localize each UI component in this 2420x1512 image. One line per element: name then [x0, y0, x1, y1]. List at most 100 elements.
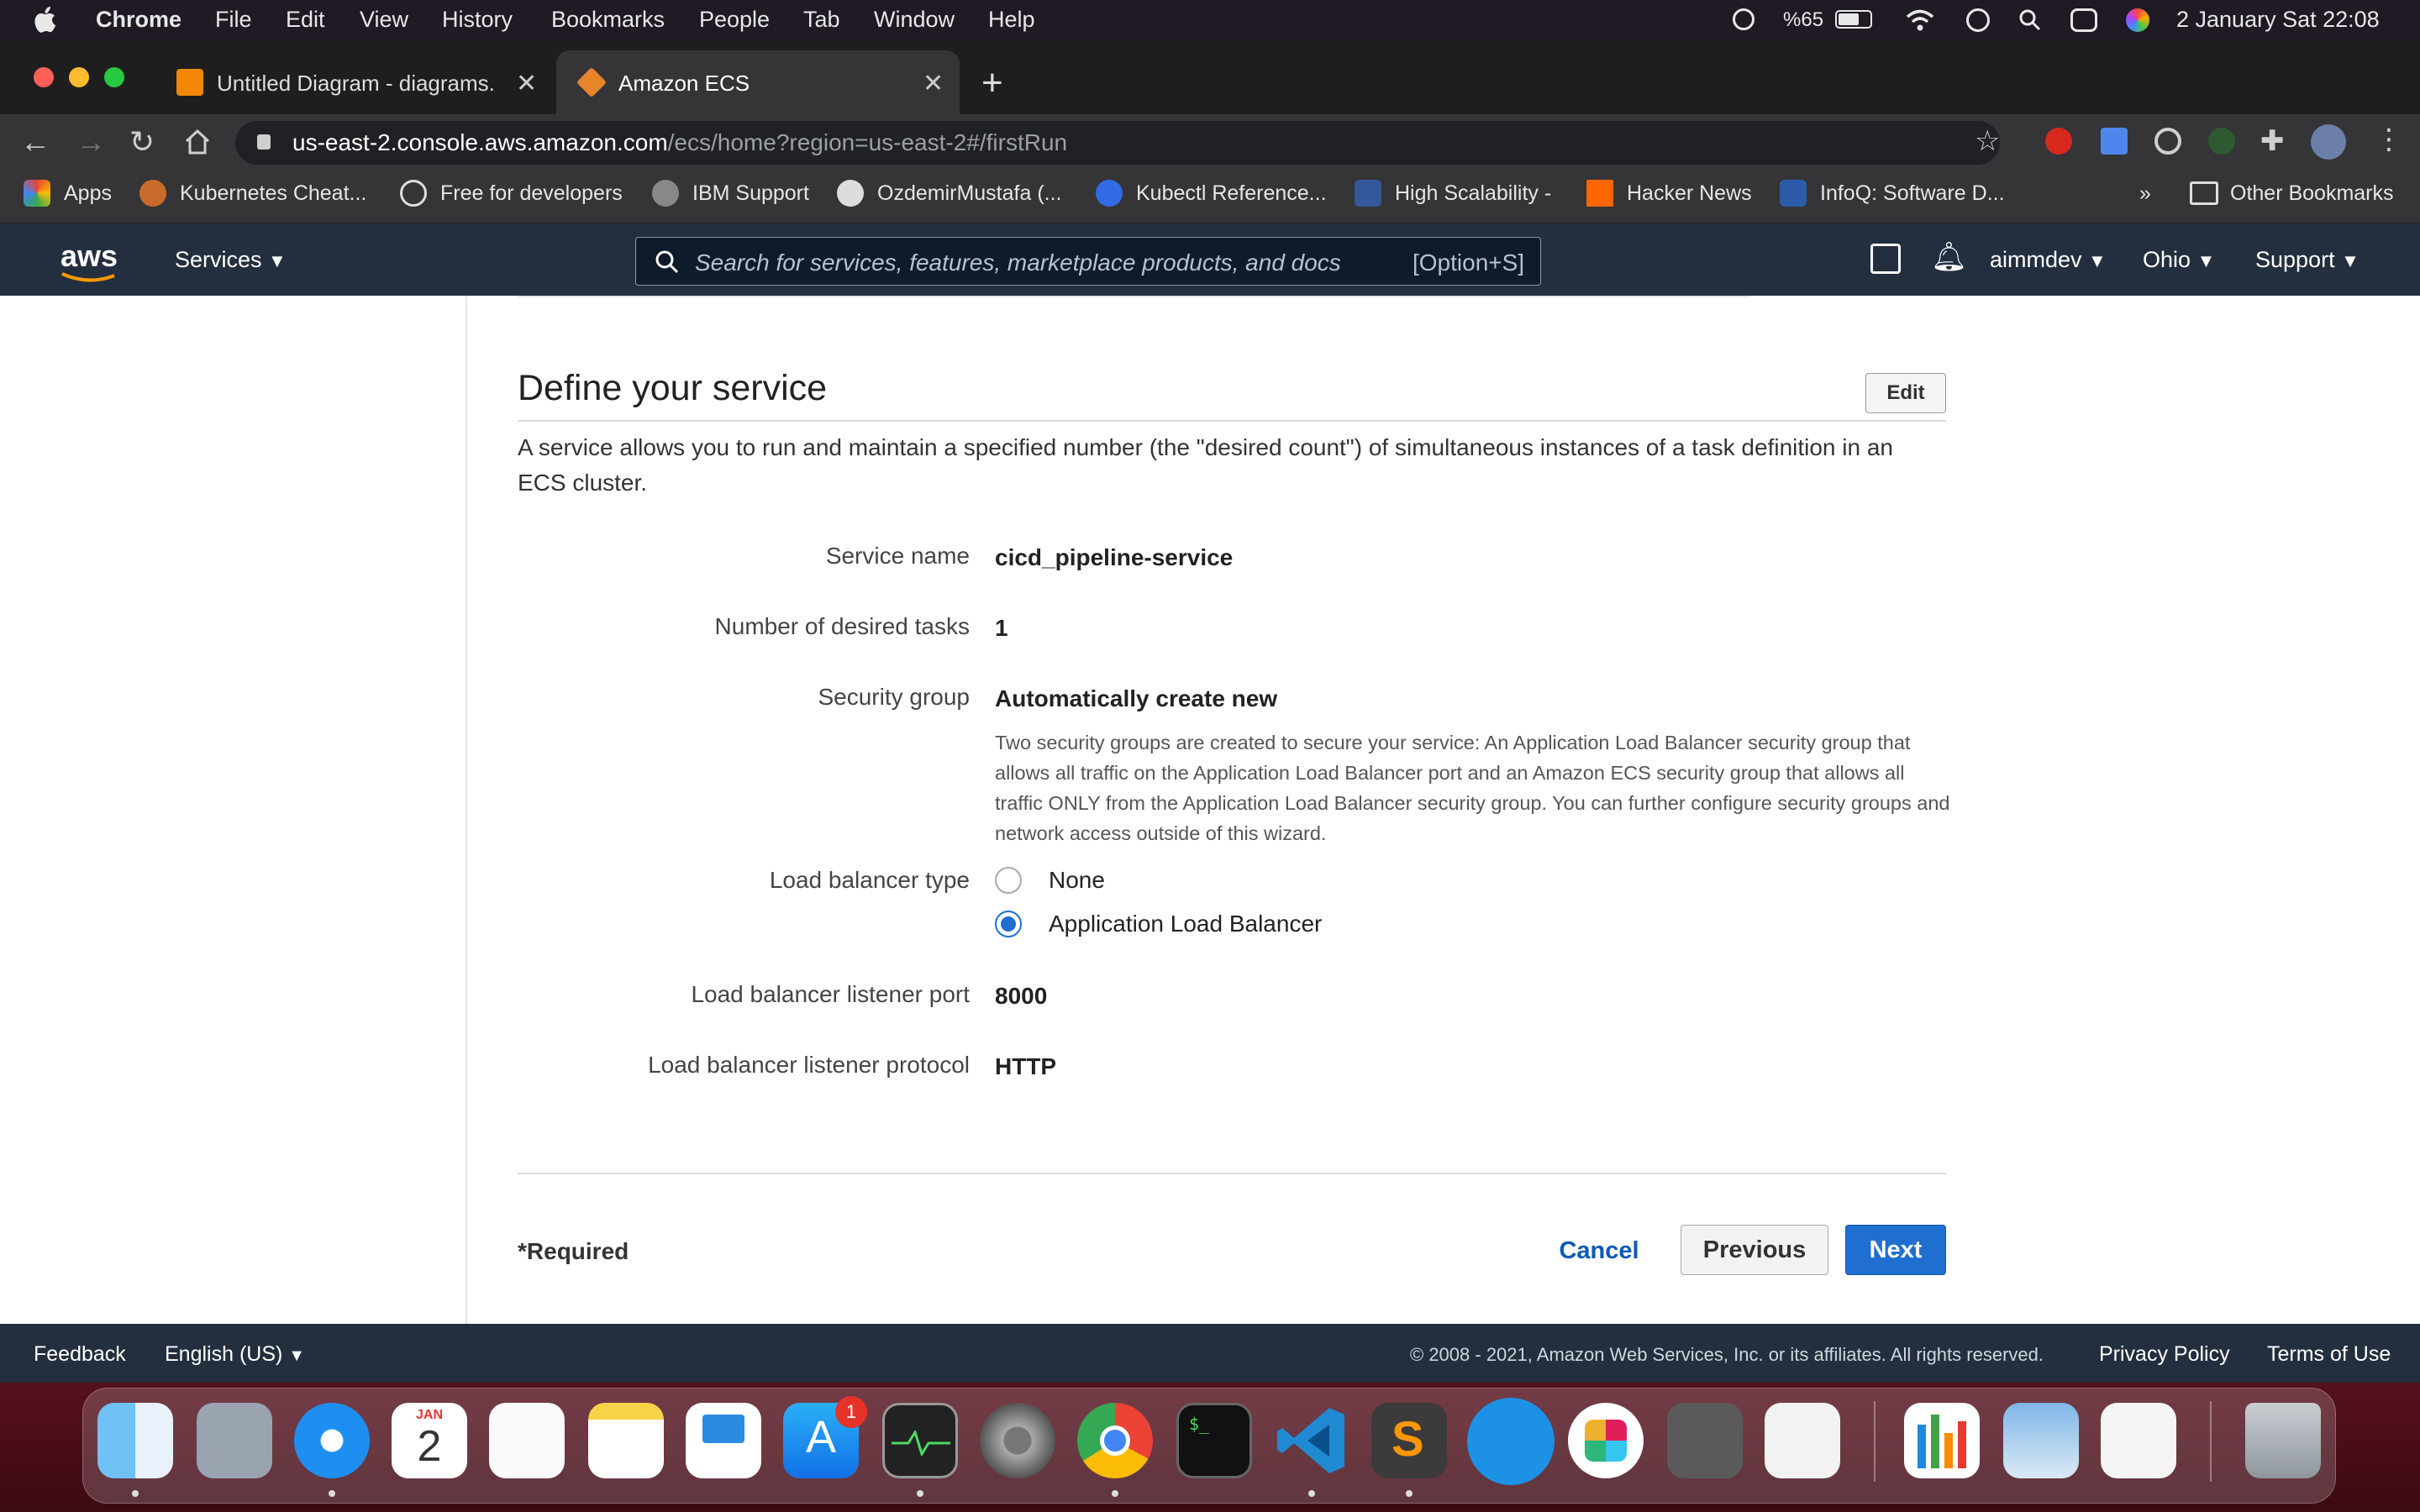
url-path: /ecs/home?region=us-east-2#/firstRun	[667, 129, 1068, 155]
support-menu[interactable]: Support ▼	[2255, 247, 2360, 273]
aws-logo[interactable]: aws	[60, 239, 118, 274]
desired-tasks-value: 1	[995, 615, 1008, 641]
bookmark-infoq[interactable]: InfoQ: Software D...	[1820, 181, 2005, 206]
bookmark-free-for-developers[interactable]: Free for developers	[440, 181, 623, 206]
reload-icon[interactable]: ↻	[129, 124, 155, 160]
edit-button[interactable]: Edit	[1865, 373, 1946, 413]
bookmark-ibm-support[interactable]: IBM Support	[692, 181, 809, 206]
tab-amazon-ecs[interactable]: Amazon ECS ✕	[556, 50, 960, 114]
menu-tab[interactable]: Tab	[803, 7, 840, 33]
next-button[interactable]: Next	[1845, 1225, 1946, 1275]
menubar-clock[interactable]: 2 January Sat 22:08	[2176, 7, 2380, 33]
url-text[interactable]: us-east-2.console.aws.amazon.com/ecs/hom…	[292, 129, 1067, 156]
tab-diagrams[interactable]: Untitled Diagram - diagrams.net ✕	[155, 50, 548, 114]
cloudshell-icon[interactable]	[1870, 244, 1901, 274]
control-center-icon[interactable]	[2070, 8, 2097, 32]
spotlight-search-icon[interactable]	[2018, 8, 2042, 32]
extension-adblock-icon[interactable]	[2045, 128, 2072, 155]
profile-avatar[interactable]	[2311, 124, 2346, 160]
bookmark-high-scalability[interactable]: High Scalability -	[1395, 181, 1551, 206]
forward-arrow-icon[interactable]: →	[76, 124, 106, 160]
keynote-icon[interactable]	[686, 1403, 761, 1478]
home-icon[interactable]	[183, 128, 212, 156]
tab-close-icon[interactable]: ✕	[516, 69, 537, 98]
bookmark-hacker-news[interactable]: Hacker News	[1627, 181, 1752, 206]
calculator-icon[interactable]	[1667, 1403, 1743, 1478]
menu-bookmarks[interactable]: Bookmarks	[551, 7, 665, 33]
running-indicator	[329, 1490, 335, 1497]
terms-of-use-link[interactable]: Terms of Use	[2267, 1342, 2391, 1367]
sublime-text-icon[interactable]: S	[1371, 1403, 1447, 1478]
calendar-icon[interactable]: JAN 2	[392, 1403, 467, 1478]
cancel-button[interactable]: Cancel	[1544, 1226, 1654, 1275]
activity-monitor-icon[interactable]	[882, 1403, 958, 1478]
new-tab-plus-icon[interactable]: +	[981, 62, 1003, 104]
lb-alb-option-label[interactable]: Application Load Balancer	[1049, 911, 1322, 937]
chrome-icon[interactable]	[1077, 1403, 1153, 1478]
window-minimize-button[interactable]	[69, 67, 89, 87]
previous-button[interactable]: Previous	[1681, 1225, 1828, 1275]
menu-app-name[interactable]: Chrome	[96, 7, 182, 33]
safari-icon[interactable]	[294, 1403, 370, 1478]
feedback-link[interactable]: Feedback	[34, 1342, 126, 1367]
menu-view[interactable]: View	[360, 7, 408, 33]
user-account-icon[interactable]	[1966, 8, 1990, 32]
kubernetes-icon	[1096, 180, 1123, 207]
play-status-icon[interactable]	[1733, 8, 1754, 30]
bookmark-other-bookmarks[interactable]: Other Bookmarks	[2230, 181, 2394, 206]
terminal-icon[interactable]: $_	[1176, 1403, 1252, 1478]
back-arrow-icon[interactable]: ←	[20, 124, 50, 160]
window-zoom-button[interactable]	[104, 67, 124, 87]
siri-icon[interactable]	[2126, 8, 2149, 32]
trash-icon[interactable]	[2245, 1403, 2321, 1478]
lb-none-radio[interactable]	[995, 867, 1022, 894]
menu-window[interactable]: Window	[874, 7, 955, 33]
preview-icon[interactable]	[2003, 1403, 2079, 1478]
notes-icon[interactable]	[588, 1403, 664, 1478]
extension-green-icon[interactable]	[2208, 128, 2235, 155]
window-close-button[interactable]	[34, 67, 54, 87]
system-information-icon[interactable]	[1765, 1403, 1840, 1478]
textedit-icon[interactable]	[2101, 1403, 2176, 1478]
bookmark-ozdemirmustafa[interactable]: OzdemirMustafa (...	[877, 181, 1062, 206]
bookmark-apps[interactable]: Apps	[64, 181, 112, 206]
region-menu[interactable]: Ohio ▼	[2143, 247, 2215, 273]
slack-icon[interactable]	[1568, 1403, 1644, 1478]
tab-close-icon[interactable]: ✕	[923, 69, 944, 98]
notifications-bell-icon[interactable]: 🔔︎	[1931, 240, 1967, 274]
aws-search-bar[interactable]: Search for services, features, marketpla…	[635, 237, 1541, 286]
lock-icon[interactable]	[257, 134, 271, 150]
vscode-icon[interactable]	[1274, 1403, 1349, 1478]
bookmark-kubernetes-cheat[interactable]: Kubernetes Cheat...	[180, 181, 366, 206]
battery-icon[interactable]	[1835, 10, 1872, 29]
services-menu[interactable]: Services ▼	[175, 247, 287, 273]
chrome-menu-icon[interactable]: ⋮	[2375, 123, 2403, 156]
menu-file[interactable]: File	[215, 7, 252, 33]
numbers-icon[interactable]	[1904, 1403, 1980, 1478]
apple-icon[interactable]	[32, 5, 57, 34]
menu-people[interactable]: People	[699, 7, 770, 33]
menu-edit[interactable]: Edit	[286, 7, 325, 33]
reminders-icon[interactable]	[489, 1403, 565, 1478]
bookmark-kubectl-reference[interactable]: Kubectl Reference...	[1136, 181, 1327, 206]
lb-none-option-label[interactable]: None	[1049, 867, 1105, 894]
extension-translate-icon[interactable]	[2101, 128, 2128, 155]
lb-alb-radio[interactable]	[995, 911, 1022, 937]
wifi-icon[interactable]	[1906, 8, 1934, 32]
system-preferences-icon[interactable]	[980, 1403, 1055, 1478]
bookmark-star-icon[interactable]: ☆	[1975, 124, 2000, 158]
language-selector[interactable]: English (US) ▼	[165, 1342, 305, 1367]
dock-separator	[2210, 1401, 2212, 1482]
launchpad-icon[interactable]	[197, 1403, 272, 1478]
extensions-puzzle-icon[interactable]: ✚	[2260, 124, 2285, 158]
extension-circle-icon[interactable]	[2154, 128, 2181, 155]
search-input[interactable]: Search for services, features, marketpla…	[695, 249, 1341, 276]
docker-icon[interactable]	[1467, 1398, 1555, 1485]
menu-history[interactable]: History	[442, 7, 513, 33]
omnibox[interactable]: us-east-2.console.aws.amazon.com/ecs/hom…	[235, 121, 2000, 165]
privacy-policy-link[interactable]: Privacy Policy	[2099, 1342, 2230, 1367]
menu-help[interactable]: Help	[988, 7, 1035, 33]
bookmarks-overflow-chevron[interactable]: »	[2139, 181, 2151, 206]
finder-icon[interactable]	[97, 1403, 173, 1478]
account-menu[interactable]: aimmdev ▼	[1990, 247, 2107, 273]
